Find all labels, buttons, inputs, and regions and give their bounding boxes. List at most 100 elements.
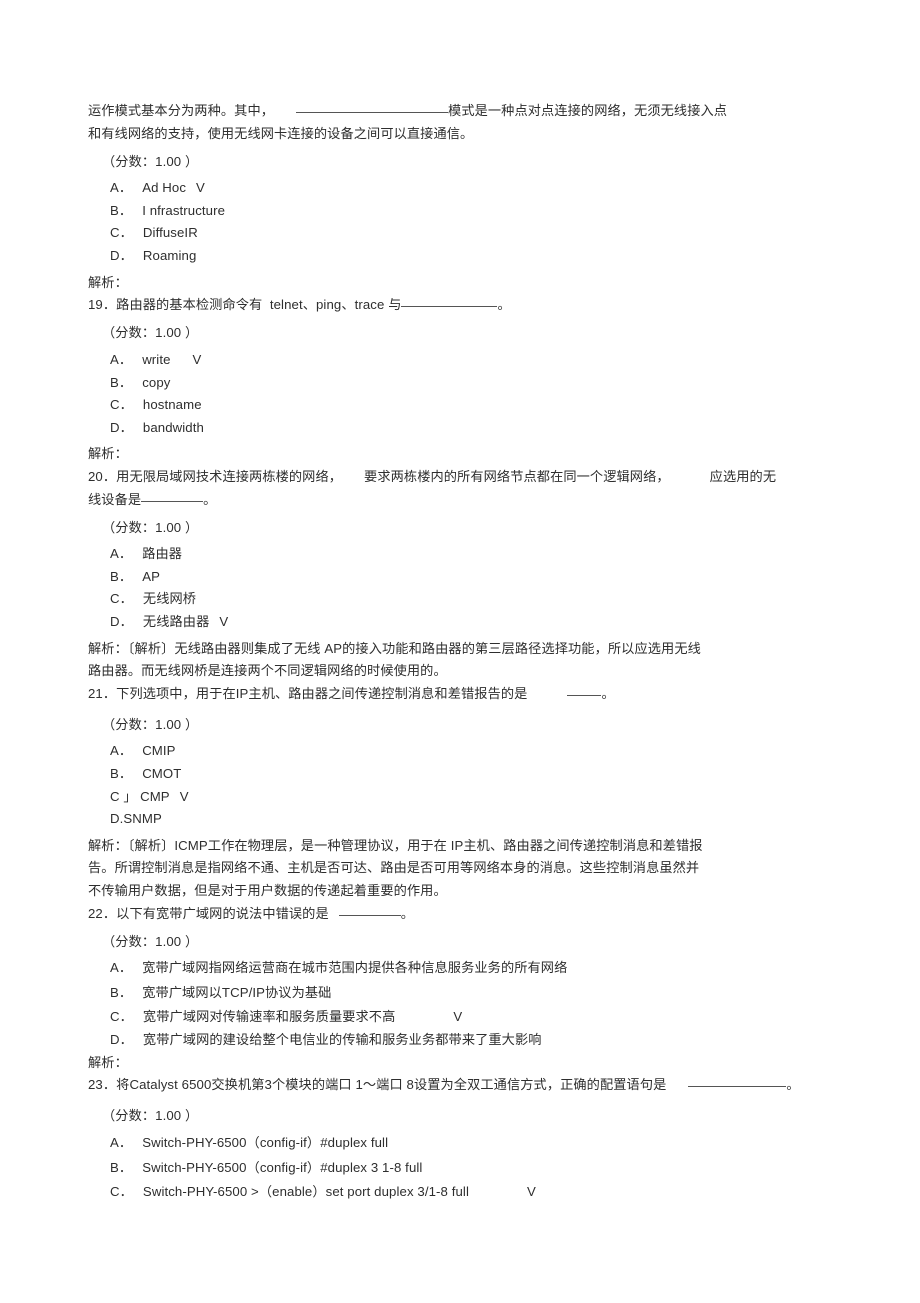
question-number: 19． <box>88 297 117 313</box>
question-23-stem: 23．将Catalyst 6500交换机第3个模块的端口 1～端口 8设置为全双… <box>88 1074 836 1097</box>
option-label: C． <box>110 1184 133 1200</box>
option-text: CMOT <box>142 766 182 782</box>
answer-mark: V <box>526 1184 536 1200</box>
analysis-line: 路由器。而无线网桥是连接两个不同逻辑网络的时候使用的。 <box>88 663 447 679</box>
fill-in-blank <box>401 306 498 308</box>
option-text: AP <box>142 568 160 584</box>
answer-mark: V <box>196 180 205 196</box>
option-label: B． <box>110 766 133 782</box>
document-content: 运作模式基本分为两种。其中， 模式是一种点对点连接的网络，无须无线接入点 和有线网… <box>88 100 836 1204</box>
analysis-line: 不传输用户数据，但是对于用户数据的传递起着重要的作用。 <box>88 883 447 898</box>
option-a[interactable]: A． Switch-PHY-6500（config-if）#duplex full <box>110 1132 836 1155</box>
stem-text-a: 用无限局域网技术连接两栋楼的网络， <box>116 468 343 484</box>
stem-text-tail: 。 <box>203 491 217 507</box>
option-text: I nfrastructure <box>142 202 226 218</box>
option-label: D. <box>110 811 124 827</box>
option-label: D． <box>110 1032 133 1048</box>
stem-text: 以下有宽带广域网的说法中错误的是 <box>116 905 329 921</box>
fill-in-blank <box>688 1086 787 1088</box>
fill-in-blank <box>296 112 449 113</box>
option-text: 路由器 <box>142 546 183 562</box>
answer-mark: V <box>192 351 202 367</box>
question-stem-line-2: 和有线网络的支持，使用无线网卡连接的设备之间可以直接通信。 <box>88 125 474 141</box>
question-20-stem: 20．用无限局域网技术连接两栋楼的网络， 要求两栋楼内的所有网络节点都在同一个逻辑… <box>88 466 836 489</box>
analysis-line: 解析：〔解析〕ICMP工作在物理层，是一种管理协议，用于在 IP主机、路由器之间… <box>88 837 703 853</box>
option-label: C． <box>110 1009 133 1025</box>
option-label: D． <box>110 613 133 629</box>
option-a[interactable]: A． 路由器 <box>110 543 836 566</box>
option-label: D． <box>110 248 133 264</box>
option-label: B． <box>110 374 133 390</box>
option-label: A． <box>110 180 133 196</box>
stem-text-tail: 。 <box>601 685 615 701</box>
question-19-stem: 19．路由器的基本检测命令有 telnet、ping、trace 与 。 <box>88 294 836 317</box>
option-c[interactable]: C ｣ CMP V <box>110 786 836 809</box>
option-c[interactable]: C． DiffuseIR <box>110 222 836 245</box>
stem-text-tail: 。 <box>400 905 415 921</box>
analysis-label: 解析： <box>88 1054 128 1070</box>
answer-mark: V <box>179 788 189 804</box>
option-b[interactable]: B． CMOT <box>110 763 836 786</box>
option-b[interactable]: B． I nfrastructure <box>110 200 836 223</box>
analysis-line: 告。所谓控制消息是指网络不通、主机是否可达、路由是否可用等网络本身的消息。这些控… <box>88 860 700 876</box>
option-text: 宽带广域网以TCP/IP协议为基础 <box>142 984 332 1000</box>
stem-text-tail: 。 <box>497 297 511 313</box>
score-label: （分数：1.00 ） <box>102 716 199 732</box>
option-text: hostname <box>142 397 202 413</box>
stem-text: 下列选项中，用于在IP主机、路由器之间传递控制消息和差错报告的是 <box>116 685 528 701</box>
option-label: A． <box>110 960 133 976</box>
option-label: D． <box>110 419 133 435</box>
analysis-label: 解析： <box>88 446 128 462</box>
option-b[interactable]: B． 宽带广域网以TCP/IP协议为基础 <box>110 982 836 1005</box>
score-label: （分数：1.00 ） <box>102 933 199 949</box>
option-label: A． <box>110 1134 133 1150</box>
option-a[interactable]: A． write V <box>110 349 836 372</box>
option-text: 无线网桥 <box>142 591 197 607</box>
option-text: Roaming <box>142 248 197 264</box>
option-b[interactable]: B． Switch-PHY-6500（config-if）#duplex 3 1-… <box>110 1157 836 1180</box>
option-a[interactable]: A． 宽带广域网指网络运营商在城市范围内提供各种信息服务业务的所有网络 <box>110 957 836 980</box>
option-b[interactable]: B． AP <box>110 566 836 589</box>
option-text: copy <box>142 374 171 390</box>
option-d[interactable]: D． 宽带广域网的建设给整个电信业的传输和服务业务都带来了重大影响 <box>110 1029 836 1052</box>
option-c[interactable]: C． 宽带广域网对传输速率和服务质量要求不高 V <box>110 1006 836 1029</box>
option-d[interactable]: D． Roaming <box>110 245 836 268</box>
option-text: bandwidth <box>142 419 204 435</box>
stem-text-c: 应选用的无 <box>709 468 777 484</box>
option-text: SNMP <box>123 811 162 827</box>
question-21-stem: 21．下列选项中，用于在IP主机、路由器之间传递控制消息和差错报告的是 。 <box>88 683 836 706</box>
option-b[interactable]: B． copy <box>110 372 836 395</box>
option-label: B． <box>110 568 133 584</box>
stem-text: 运作模式基本分为两种。其中， <box>88 103 275 118</box>
option-label: B． <box>110 202 133 218</box>
option-label: B． <box>110 984 133 1000</box>
option-c[interactable]: C． Switch-PHY-6500 >（enable）set port dupl… <box>110 1181 836 1204</box>
stem-text: 将Catalyst 6500交换机第3个模块的端口 1～端口 8设置为全双工通信… <box>116 1077 667 1093</box>
option-label: C． <box>110 225 133 241</box>
option-c[interactable]: C． hostname <box>110 394 836 417</box>
option-text: CMIP <box>142 743 176 759</box>
option-label: A． <box>110 546 133 562</box>
option-c[interactable]: C． 无线网桥 <box>110 588 836 611</box>
analysis-label: 解析： <box>88 274 128 290</box>
stem-text-b: 要求两栋楼内的所有网络节点都在同一个逻辑网络， <box>364 468 670 484</box>
option-label: C ｣ <box>110 788 131 804</box>
option-text: 宽带广域网对传输速率和服务质量要求不高 <box>142 1009 396 1025</box>
question-number: 22． <box>88 905 117 921</box>
option-text: CMP <box>140 788 170 804</box>
option-label: A． <box>110 351 133 367</box>
option-d[interactable]: D.SNMP <box>110 808 836 831</box>
option-d[interactable]: D． 无线路由器 V <box>110 611 836 634</box>
score-label: （分数：1.00 ） <box>102 1108 199 1124</box>
option-text: Switch-PHY-6500（config-if）#duplex 3 1-8 … <box>142 1159 423 1175</box>
option-label: C． <box>110 397 133 413</box>
option-d[interactable]: D． bandwidth <box>110 417 836 440</box>
option-text: Ad Hoc <box>142 180 187 196</box>
option-a[interactable]: A． CMIP <box>110 740 836 763</box>
stem-text-tail: 。 <box>786 1077 800 1093</box>
fill-in-blank <box>141 500 204 502</box>
option-a[interactable]: A． Ad Hoc V <box>110 177 836 200</box>
option-text: 宽带广域网指网络运营商在城市范围内提供各种信息服务业务的所有网络 <box>142 960 568 976</box>
option-text: 无线路由器 <box>142 613 210 629</box>
score-label: （分数：1.00 ） <box>102 153 199 169</box>
